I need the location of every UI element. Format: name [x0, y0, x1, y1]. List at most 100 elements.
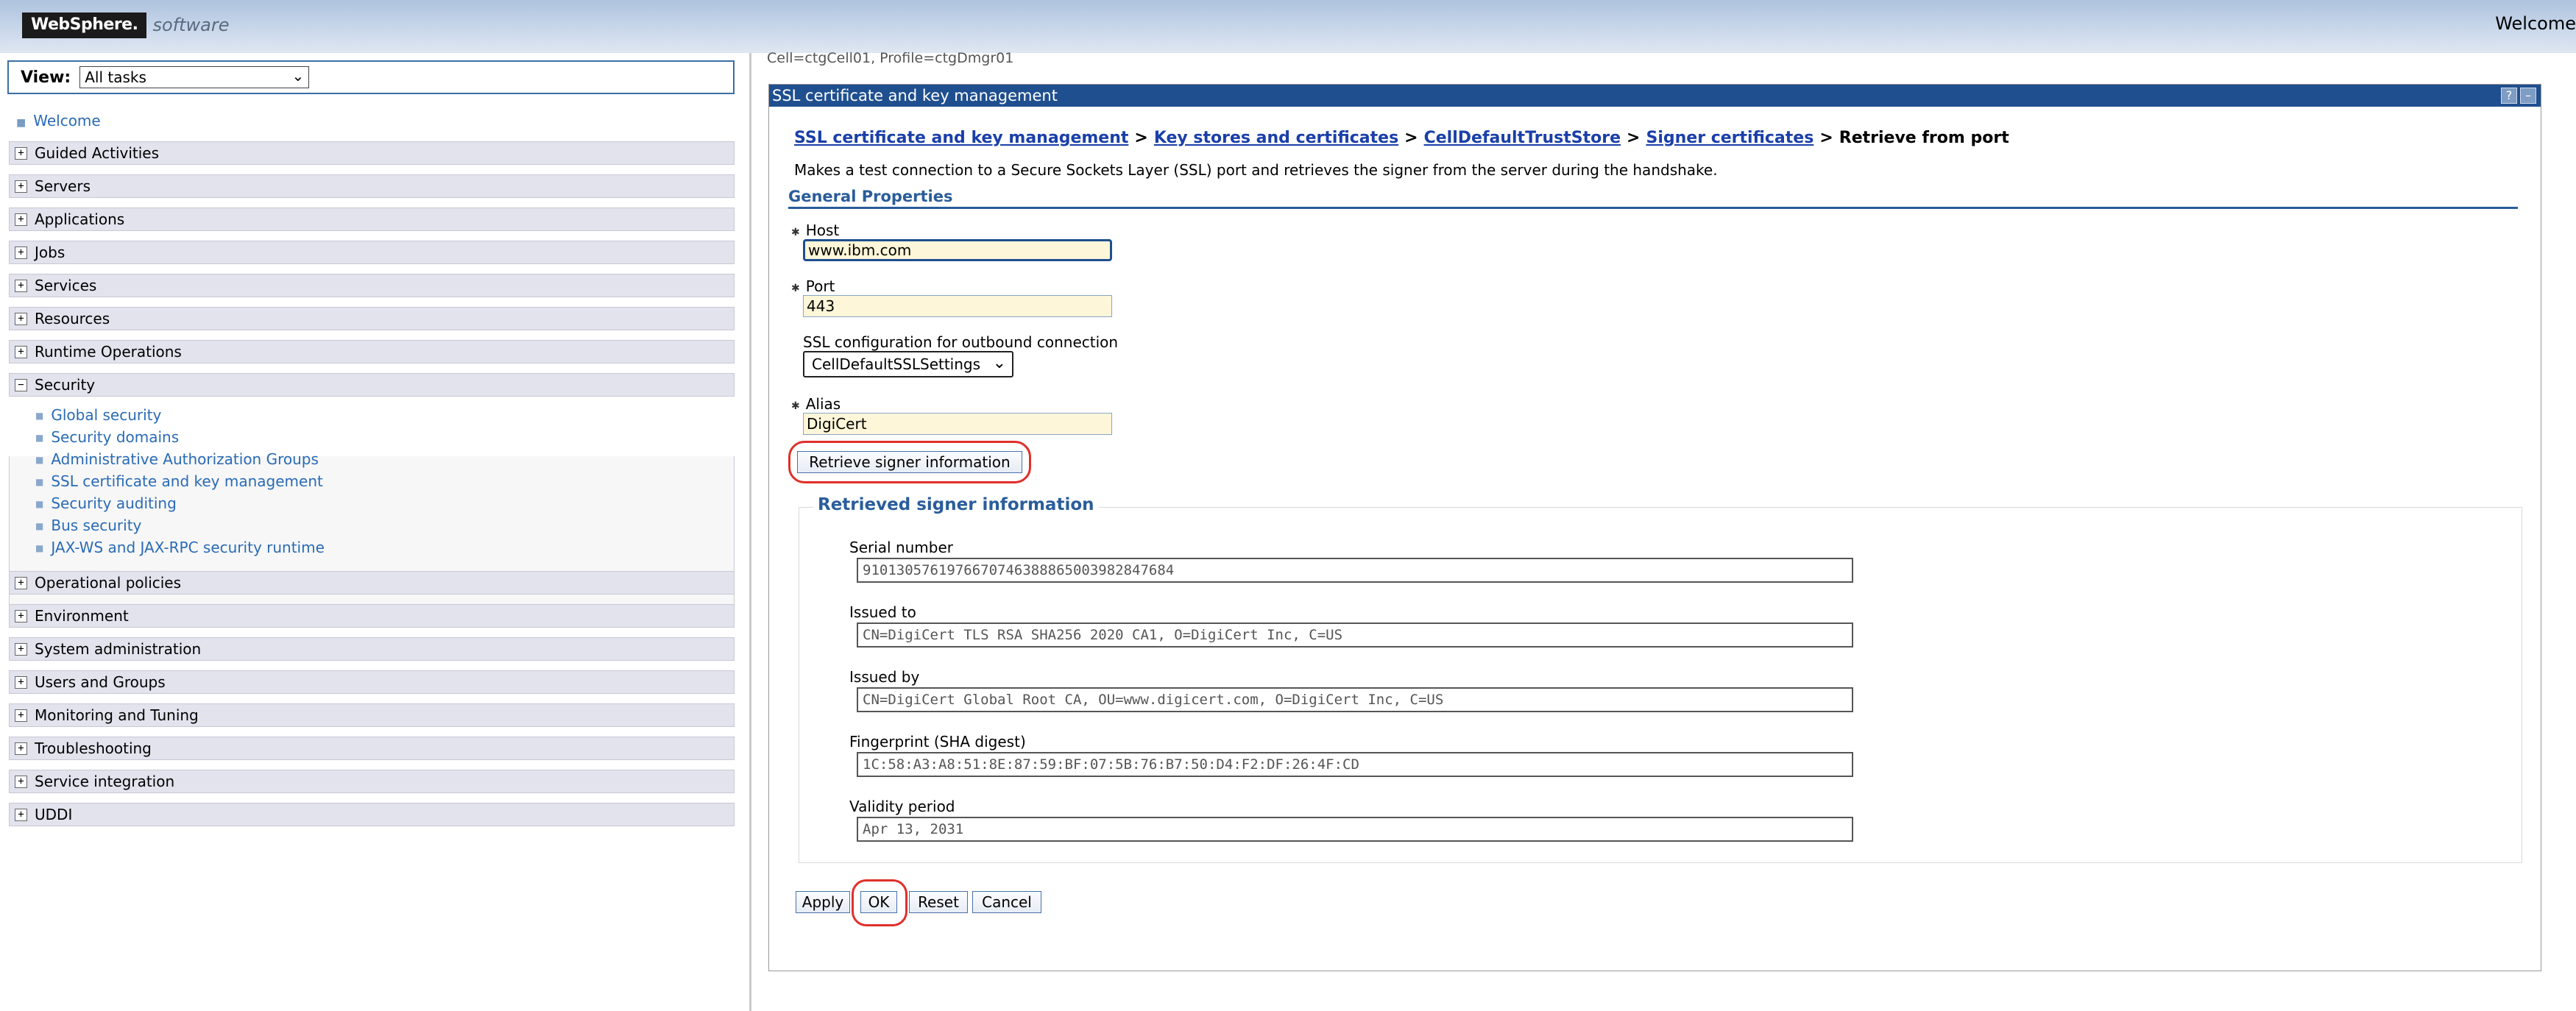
breadcrumb-link-cell-default-truststore[interactable]: CellDefaultTrustStore	[1424, 129, 1621, 147]
port-label: ✱ Port	[791, 277, 835, 295]
nav-category-service-integration[interactable]: + Service integration	[9, 770, 735, 793]
bullet-icon: ■	[35, 499, 44, 509]
breadcrumb-link-signer-certificates[interactable]: Signer certificates	[1646, 129, 1814, 147]
nav-category-runtime-operations[interactable]: + Runtime Operations	[9, 340, 735, 363]
expand-icon[interactable]: +	[15, 146, 27, 160]
ssl-config-select[interactable]: CellDefaultSSLSettings ⌄	[803, 351, 1013, 377]
nav-item-global-security[interactable]: ■ Global security	[35, 406, 161, 424]
bullet-icon: ■	[35, 477, 44, 487]
bullet-icon: ■	[35, 411, 44, 421]
bullet-icon: ■	[35, 433, 44, 443]
view-select[interactable]: All tasks ⌄	[79, 66, 310, 88]
nav-category-resources[interactable]: + Resources	[9, 307, 735, 330]
content-panel: SSL certificate and key management ? – S…	[768, 84, 2541, 971]
help-icon[interactable]: ?	[2501, 88, 2517, 104]
alias-input[interactable]: DigiCert	[803, 413, 1112, 435]
expand-icon[interactable]: +	[15, 345, 27, 358]
nav-item-bus-security[interactable]: ■ Bus security	[35, 517, 141, 534]
welcome-user-text: Welcome	[2495, 13, 2576, 34]
ssl-config-select-value: CellDefaultSSLSettings	[812, 355, 981, 373]
nav-item-jaxws-jaxrpc-security-runtime[interactable]: ■ JAX-WS and JAX-RPC security runtime	[35, 539, 325, 556]
expand-icon[interactable]: +	[15, 775, 27, 788]
nav-welcome-link[interactable]: ■ Welcome	[16, 112, 101, 130]
nav-category-system-administration[interactable]: + System administration	[9, 637, 735, 661]
required-icon: ✱	[791, 227, 800, 238]
nav-category-monitoring-and-tuning[interactable]: + Monitoring and Tuning	[9, 703, 735, 727]
required-icon: ✱	[791, 400, 800, 412]
nav-item-security-auditing[interactable]: ■ Security auditing	[35, 494, 177, 512]
validity-period-field: Apr 13, 2031	[857, 817, 1853, 842]
host-input[interactable]: www.ibm.com	[803, 239, 1112, 261]
expand-icon[interactable]: +	[15, 742, 27, 755]
breadcrumb: SSL certificate and key management > Key s…	[794, 129, 2009, 147]
expand-icon[interactable]: +	[15, 642, 27, 656]
nav-category-jobs[interactable]: + Jobs	[9, 241, 735, 264]
breadcrumb-link-key-stores[interactable]: Key stores and certificates	[1154, 129, 1398, 147]
cancel-button[interactable]: Cancel	[972, 891, 1041, 913]
ssl-config-label: SSL configuration for outbound connectio…	[803, 333, 1119, 351]
nav-category-servers[interactable]: + Servers	[9, 174, 735, 198]
reset-button[interactable]: Reset	[909, 891, 968, 913]
expand-icon[interactable]: +	[15, 246, 27, 259]
breadcrumb-link-ssl-key-management[interactable]: SSL certificate and key management	[794, 129, 1128, 147]
bullet-icon: ■	[35, 543, 44, 553]
bullet-icon: ■	[16, 117, 26, 129]
panel-title: SSL certificate and key management	[772, 87, 1058, 104]
expand-icon[interactable]: +	[15, 609, 27, 622]
websphere-logo: WebSphere. software	[22, 10, 229, 40]
minimize-icon[interactable]: –	[2520, 88, 2536, 104]
nav-category-users-and-groups[interactable]: + Users and Groups	[9, 670, 735, 694]
nav-category-operational-policies[interactable]: + Operational policies	[9, 571, 735, 595]
retrieve-signer-info-button[interactable]: Retrieve signer information	[797, 451, 1022, 473]
issued-by-field: CN=DigiCert Global Root CA, OU=www.digic…	[857, 687, 1853, 712]
nav-category-environment[interactable]: + Environment	[9, 604, 735, 628]
expand-icon[interactable]: +	[15, 576, 27, 589]
expand-icon[interactable]: +	[15, 279, 27, 292]
breadcrumb-separator: >	[1819, 129, 1833, 147]
fingerprint-label: Fingerprint (SHA digest)	[849, 733, 1026, 751]
nav-category-applications[interactable]: + Applications	[9, 207, 735, 231]
panel-title-bar: SSL certificate and key management ? –	[769, 85, 2541, 107]
expand-icon[interactable]: +	[15, 709, 27, 722]
issued-by-label: Issued by	[849, 668, 920, 686]
view-label: View:	[21, 68, 71, 87]
breadcrumb-separator: >	[1404, 129, 1418, 147]
bullet-icon: ■	[35, 455, 44, 465]
expand-icon[interactable]: +	[15, 675, 27, 689]
nav-category-uddi[interactable]: + UDDI	[9, 803, 735, 826]
expand-icon[interactable]: +	[15, 180, 27, 193]
apply-button[interactable]: Apply	[796, 891, 850, 913]
serial-number-field: 9101305761976670746388865003982847684	[857, 558, 1853, 583]
top-banner: WebSphere. software Welcome	[0, 0, 2576, 53]
breadcrumb-separator: >	[1627, 129, 1641, 147]
expand-icon[interactable]: +	[15, 808, 27, 821]
retrieved-signer-heading: Retrieved signer information	[813, 495, 1099, 514]
alias-label: ✱ Alias	[791, 395, 841, 413]
expand-icon[interactable]: +	[15, 213, 27, 226]
nav-item-admin-authorization-groups[interactable]: ■ Administrative Authorization Groups	[35, 450, 319, 468]
expand-icon[interactable]: +	[15, 312, 27, 325]
logo-software-text: software	[152, 15, 230, 35]
required-icon: ✱	[791, 283, 800, 294]
nav-item-security-domains[interactable]: ■ Security domains	[35, 428, 179, 446]
nav-category-security[interactable]: − Security	[9, 373, 735, 397]
issued-to-field: CN=DigiCert TLS RSA SHA256 2020 CA1, O=D…	[857, 622, 1853, 648]
serial-number-label: Serial number	[849, 539, 954, 556]
chevron-down-icon: ⌄	[992, 354, 1006, 372]
fingerprint-field: 1C:58:A3:A8:51:8E:87:59:BF:07:5B:76:B7:5…	[857, 752, 1853, 777]
page-description: Makes a test connection to a Secure Sock…	[794, 161, 1718, 179]
nav-category-guided-activities[interactable]: + Guided Activities	[9, 141, 735, 165]
nav-category-troubleshooting[interactable]: + Troubleshooting	[9, 737, 735, 760]
collapse-icon[interactable]: −	[15, 378, 27, 391]
navigation-tree: View: All tasks ⌄ ■ Welcome + Guided Activ…	[0, 53, 751, 1011]
breadcrumb-current: Retrieve from port	[1839, 129, 2009, 147]
bullet-icon: ■	[35, 521, 44, 531]
ok-button[interactable]: OK	[860, 891, 897, 913]
nav-category-services[interactable]: + Services	[9, 274, 735, 297]
section-divider	[788, 207, 2518, 209]
view-select-value: All tasks	[85, 68, 146, 86]
view-filter-bar: View: All tasks ⌄	[7, 60, 735, 94]
port-input[interactable]: 443	[803, 295, 1112, 317]
chevron-down-icon: ⌄	[291, 67, 305, 85]
nav-item-ssl-certificate-key-management[interactable]: ■ SSL certificate and key management	[35, 472, 323, 490]
